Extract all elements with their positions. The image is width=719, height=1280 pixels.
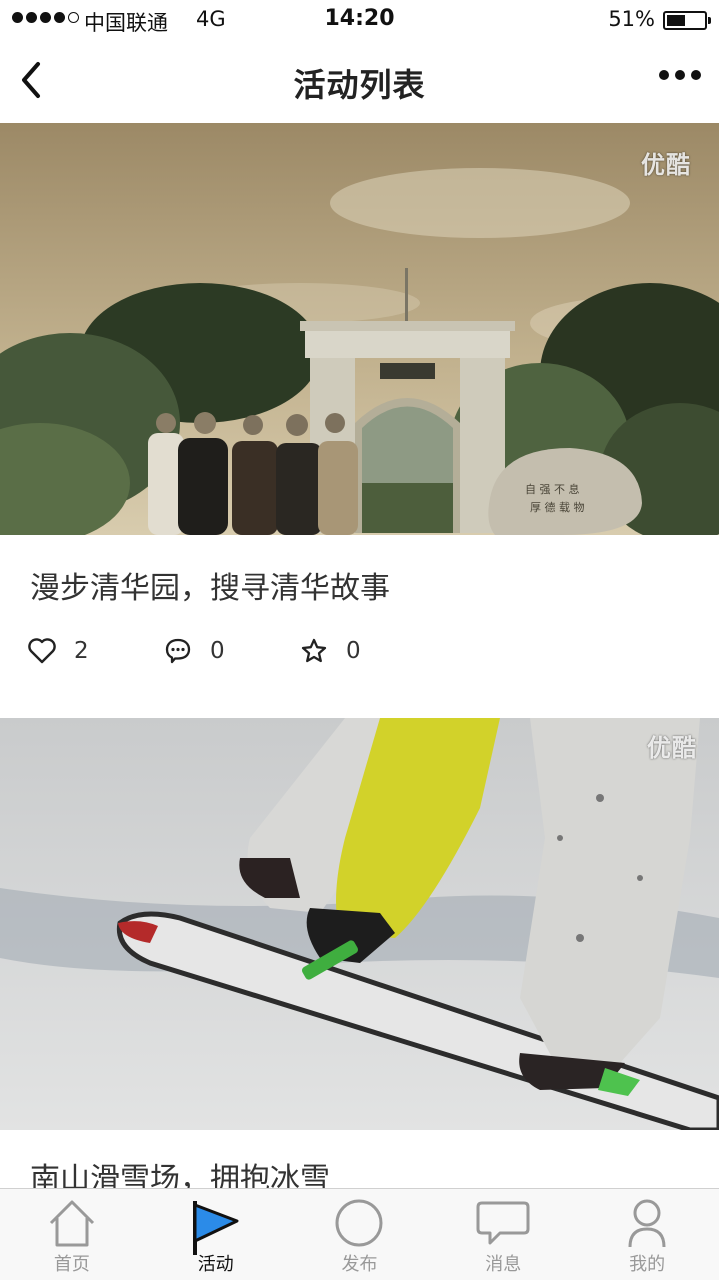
nav-bar: 活动列表 [0,40,719,123]
home-icon [49,1200,94,1247]
like-count: 2 [74,638,89,664]
screen: 中国联通 4G 14:20 51% 活动列表 自 强 不 息 厚 德 载 物 优… [0,0,719,1280]
tab-home[interactable]: 首页 [0,1189,144,1280]
heart-icon [28,638,56,664]
tab-label: 首页 [53,1254,90,1275]
svg-text:自 强 不 息: 自 强 不 息 [525,482,580,496]
like-button[interactable]: 2 [28,638,164,664]
activity-card[interactable]: 自 强 不 息 厚 德 载 物 优酷 漫步清华园，搜寻清华故事 2 0 0 [0,123,719,718]
youku-watermark: 优酷 [647,734,697,762]
tab-messages[interactable]: 消息 [431,1189,575,1280]
comment-icon [165,638,191,664]
tab-profile[interactable]: 我的 [575,1189,719,1280]
svg-text:厚 德 载 物: 厚 德 载 物 [530,500,585,514]
activity-card[interactable]: 优酷 南山滑雪场，拥抱冰雪 [0,718,719,1238]
more-button[interactable] [659,70,701,80]
tab-label: 消息 [485,1254,522,1275]
tab-label: 发布 [341,1254,378,1275]
message-bubble-icon [476,1201,530,1245]
activity-flag-icon [192,1201,239,1255]
comment-count: 0 [210,638,225,664]
battery-icon [663,11,711,30]
tab-label: 活动 [197,1254,234,1275]
favorite-button[interactable]: 0 [300,637,436,665]
activity-title[interactable]: 漫步清华园，搜寻清华故事 [30,563,390,607]
activity-feed[interactable]: 自 强 不 息 厚 德 载 物 优酷 漫步清华园，搜寻清华故事 2 0 0 优酷… [0,123,719,1238]
tab-publish[interactable]: 发布 [288,1189,432,1280]
tab-activity[interactable]: 活动 [144,1189,288,1280]
activity-cover-image[interactable]: 优酷 [0,718,719,1130]
tab-label: 我的 [629,1254,666,1275]
snowboard-photo [0,718,719,1130]
profile-icon [628,1199,666,1248]
publish-circle-icon [335,1199,383,1247]
star-icon [301,638,327,663]
youku-watermark: 优酷 [641,151,691,179]
comment-button[interactable]: 0 [164,637,300,665]
battery-percentage: 51% [608,7,655,31]
tab-bar: 首页 活动 发布 消息 我的 [0,1188,719,1280]
favorite-count: 0 [346,638,361,664]
activity-stats: 2 0 0 [28,637,436,665]
tsinghua-gate-photo: 自 强 不 息 厚 德 载 物 [0,123,719,535]
activity-cover-image[interactable]: 自 强 不 息 厚 德 载 物 优酷 [0,123,719,535]
more-dots-icon [659,70,669,80]
status-bar: 中国联通 4G 14:20 51% [0,0,719,40]
page-title: 活动列表 [293,66,426,104]
